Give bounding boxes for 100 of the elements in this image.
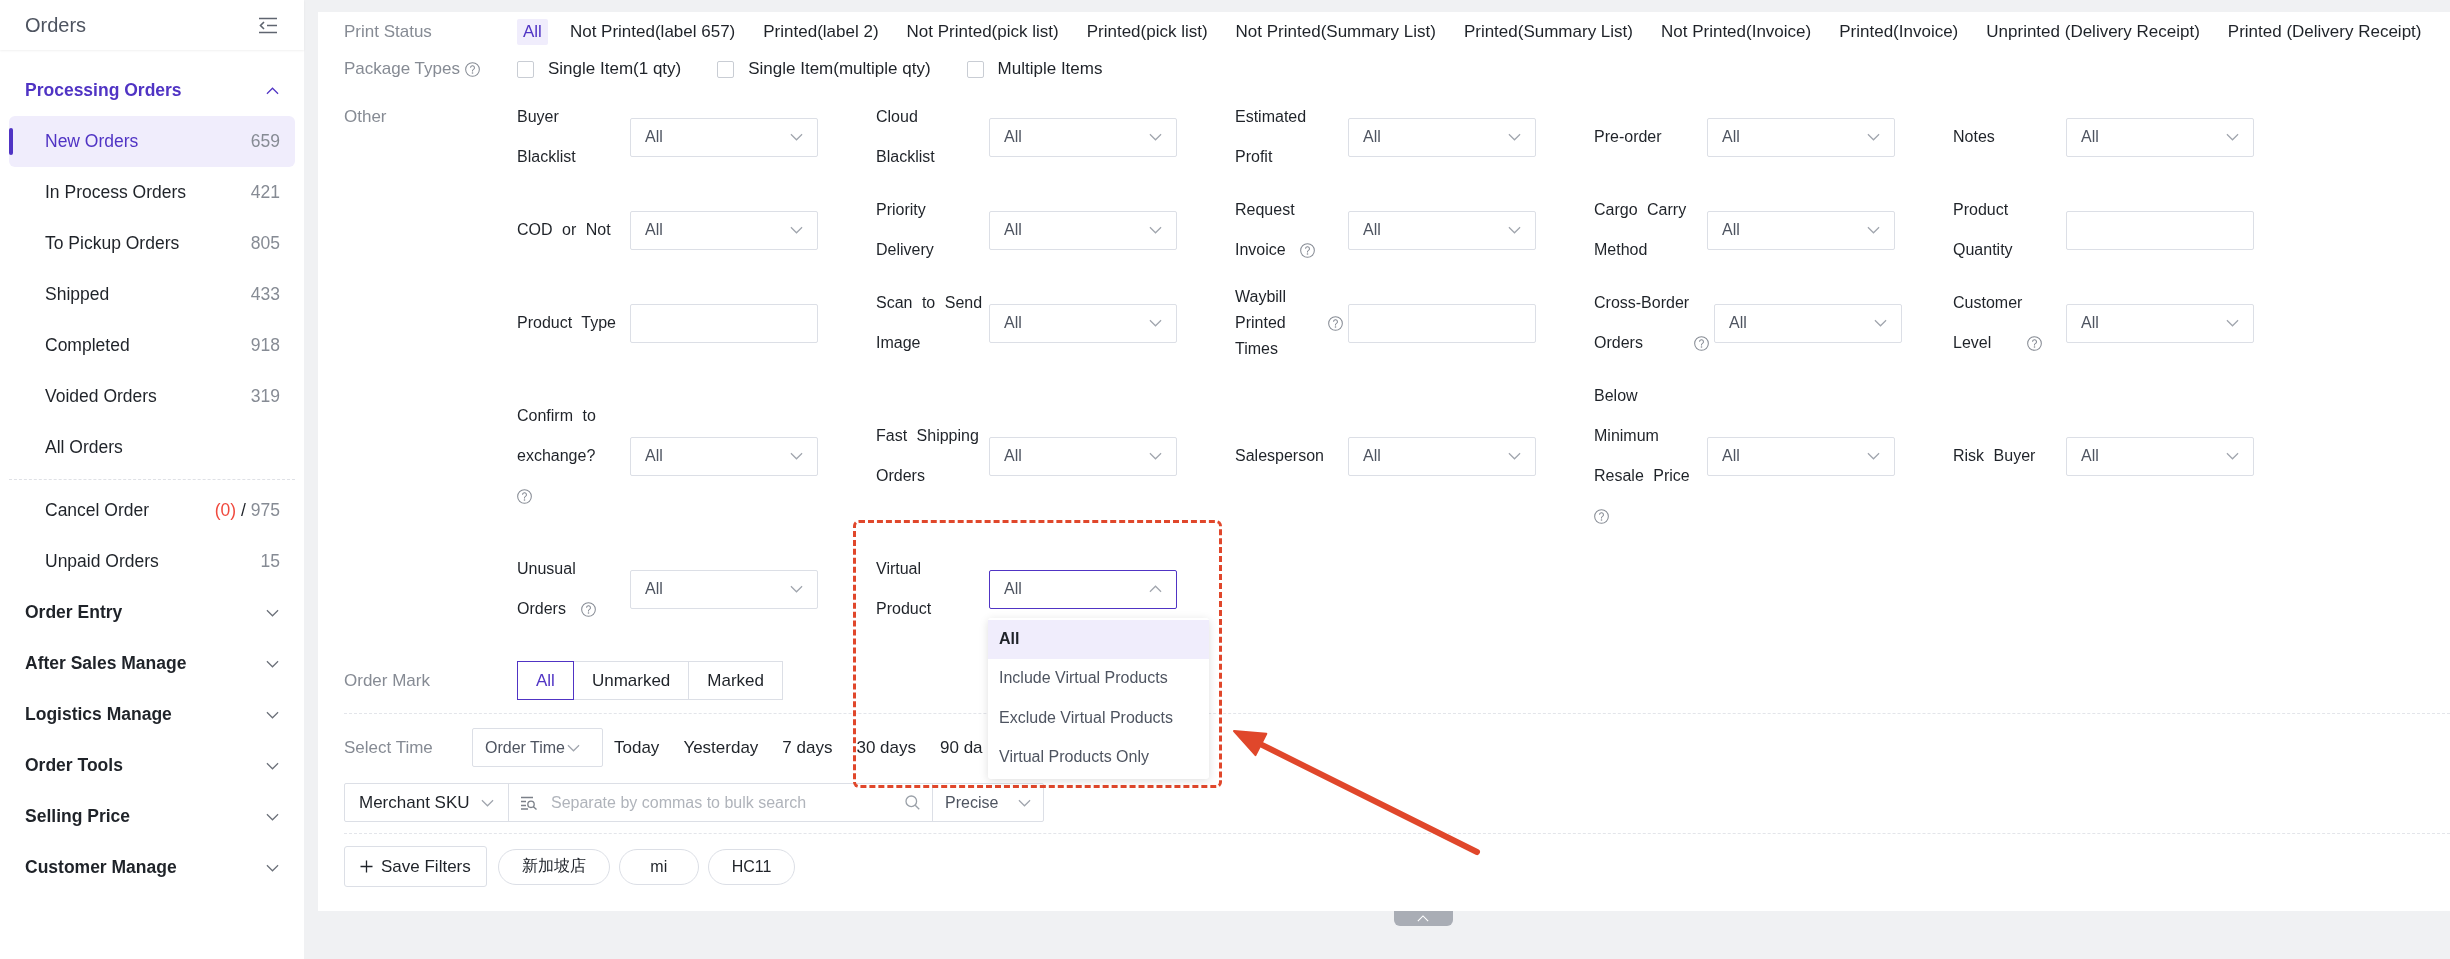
input-field[interactable] <box>2066 210 2254 250</box>
filter-option[interactable]: Not Printed(Invoice) <box>1655 19 1818 45</box>
nav-item[interactable]: New Orders 659 <box>9 116 295 167</box>
nav-item[interactable]: In Process Orders 421 <box>9 167 295 218</box>
select-field[interactable]: All <box>1707 117 1895 157</box>
filter-option[interactable]: Not Printed(label 657) <box>563 19 742 45</box>
item-count: 319 <box>250 386 280 407</box>
input-field[interactable] <box>630 303 818 343</box>
nav-group[interactable]: Customer Manage <box>9 842 295 893</box>
filter-label: Other <box>344 107 387 127</box>
chevron-down-icon <box>1018 798 1031 807</box>
help-icon <box>517 488 532 504</box>
dropdown-option[interactable]: Exclude Virtual Products <box>988 698 1209 738</box>
nav-item[interactable]: Cancel Order (0) / 975 <box>9 485 295 536</box>
chevron-down-icon <box>266 608 279 617</box>
menu-fold-icon[interactable] <box>258 16 278 34</box>
select-field[interactable]: All <box>630 436 818 476</box>
item-count: 805 <box>250 233 280 254</box>
field-label: Fast Shipping Orders <box>876 427 979 484</box>
select-field[interactable]: All <box>1348 436 1536 476</box>
nav-group[interactable]: Logistics Manage <box>9 689 295 740</box>
nav-group[interactable]: Selling Price <box>9 791 295 842</box>
time-option[interactable]: 30 days <box>856 737 916 758</box>
filter-label: Package Types <box>344 59 460 79</box>
nav-item[interactable]: Completed 918 <box>9 320 295 371</box>
time-option[interactable]: 90 da <box>940 737 983 758</box>
filter-option[interactable]: Printed(Invoice) <box>1833 19 1965 45</box>
search-field[interactable]: Separate by commas to bulk search <box>508 783 933 822</box>
select-field[interactable]: All <box>630 117 818 157</box>
chevron-down-icon <box>1508 226 1521 234</box>
nav-item[interactable]: To Pickup Orders 805 <box>9 218 295 269</box>
select-field[interactable]: All <box>1348 210 1536 250</box>
chevron-down-icon <box>266 710 279 719</box>
select-field[interactable]: All <box>989 117 1177 157</box>
segment-button[interactable]: Unmarked <box>572 661 690 700</box>
save-filters-button[interactable]: Save Filters <box>344 846 487 887</box>
select-field[interactable]: All <box>1714 303 1902 343</box>
nav-item[interactable]: All Orders <box>9 422 295 473</box>
select-field[interactable]: All <box>630 210 818 250</box>
checkbox[interactable] <box>966 60 984 78</box>
select-field[interactable]: Order Time <box>472 728 603 767</box>
segment-button[interactable]: Marked <box>688 661 783 700</box>
segment-button[interactable]: All <box>517 661 574 700</box>
nav-group[interactable]: Order Entry <box>9 587 295 638</box>
select-field[interactable]: All <box>989 569 1177 609</box>
select-field[interactable]: All <box>1348 117 1536 157</box>
nav-group[interactable]: Order Tools <box>9 740 295 791</box>
filter-option[interactable]: All <box>517 19 548 45</box>
collapse-handle[interactable] <box>1393 911 1453 926</box>
time-option[interactable]: 7 days <box>782 737 833 758</box>
checkbox-option[interactable]: Multiple Items <box>966 59 1103 79</box>
nav-group[interactable]: Processing Orders <box>9 65 295 116</box>
select-field[interactable]: All <box>989 210 1177 250</box>
nav-item[interactable]: Voided Orders 319 <box>9 371 295 422</box>
select-field[interactable]: All <box>2066 117 2254 157</box>
dropdown-option[interactable]: Include Virtual Products <box>988 658 1209 699</box>
field-label: Unusual Orders <box>517 560 576 617</box>
select-field[interactable]: All <box>989 436 1177 476</box>
filter-option[interactable]: Unprinted (Delivery Receipt) <box>1980 19 2206 45</box>
select-field[interactable]: All <box>1707 436 1895 476</box>
select-field[interactable]: All <box>1707 210 1895 250</box>
chevron-down-icon <box>1867 133 1880 141</box>
select-field[interactable]: All <box>2066 303 2254 343</box>
filter-option[interactable]: Printed (Delivery Receipt) <box>2221 19 2428 45</box>
field-label: Buyer Blacklist <box>517 108 576 165</box>
input-field[interactable] <box>1348 303 1536 343</box>
checkbox-option[interactable]: Single Item(1 qty) <box>517 59 682 79</box>
search-icon[interactable] <box>905 795 920 810</box>
checkbox[interactable] <box>517 60 534 78</box>
chevron-down-icon <box>567 743 580 752</box>
chevron-down-icon <box>790 133 803 141</box>
field-label: Product Type <box>517 314 616 331</box>
nav-group[interactable]: After Sales Manage <box>9 638 295 689</box>
chevron-down-icon <box>481 798 494 807</box>
filter-option[interactable]: Not Printed(pick list) <box>900 19 1065 45</box>
chevron-down-icon <box>790 226 803 234</box>
nav-item[interactable]: Shipped 433 <box>9 269 295 320</box>
filter-option[interactable]: Printed(pick list) <box>1080 19 1214 45</box>
filter-option[interactable]: Printed(label 2) <box>757 19 885 45</box>
dropdown-option[interactable]: Virtual Products Only <box>988 737 1209 777</box>
filter-label: Order Mark <box>344 670 430 691</box>
time-option[interactable]: Yesterday <box>683 737 759 758</box>
select-field[interactable]: All <box>630 569 818 609</box>
chevron-down-icon <box>266 863 279 872</box>
dropdown-option[interactable]: All <box>988 619 1209 659</box>
item-count: 421 <box>250 182 280 203</box>
chevron-up-icon <box>1149 585 1162 593</box>
filter-option[interactable]: Printed(Summary List) <box>1457 19 1639 45</box>
field-label: Risk Buyer <box>1953 447 2036 464</box>
filter-option[interactable]: Not Printed(Summary List) <box>1229 19 1442 45</box>
select-field[interactable]: Precise <box>932 783 1044 822</box>
checkbox-option[interactable]: Single Item(multiple qty) <box>717 59 931 79</box>
field-label: COD or Not <box>517 221 611 238</box>
time-option[interactable]: Today <box>614 737 660 758</box>
list-search-icon <box>520 796 538 810</box>
checkbox[interactable] <box>717 60 735 78</box>
select-field[interactable]: All <box>989 303 1177 343</box>
item-count: 659 <box>250 131 280 152</box>
nav-item[interactable]: Unpaid Orders 15 <box>9 536 295 587</box>
select-field[interactable]: All <box>2066 436 2254 476</box>
